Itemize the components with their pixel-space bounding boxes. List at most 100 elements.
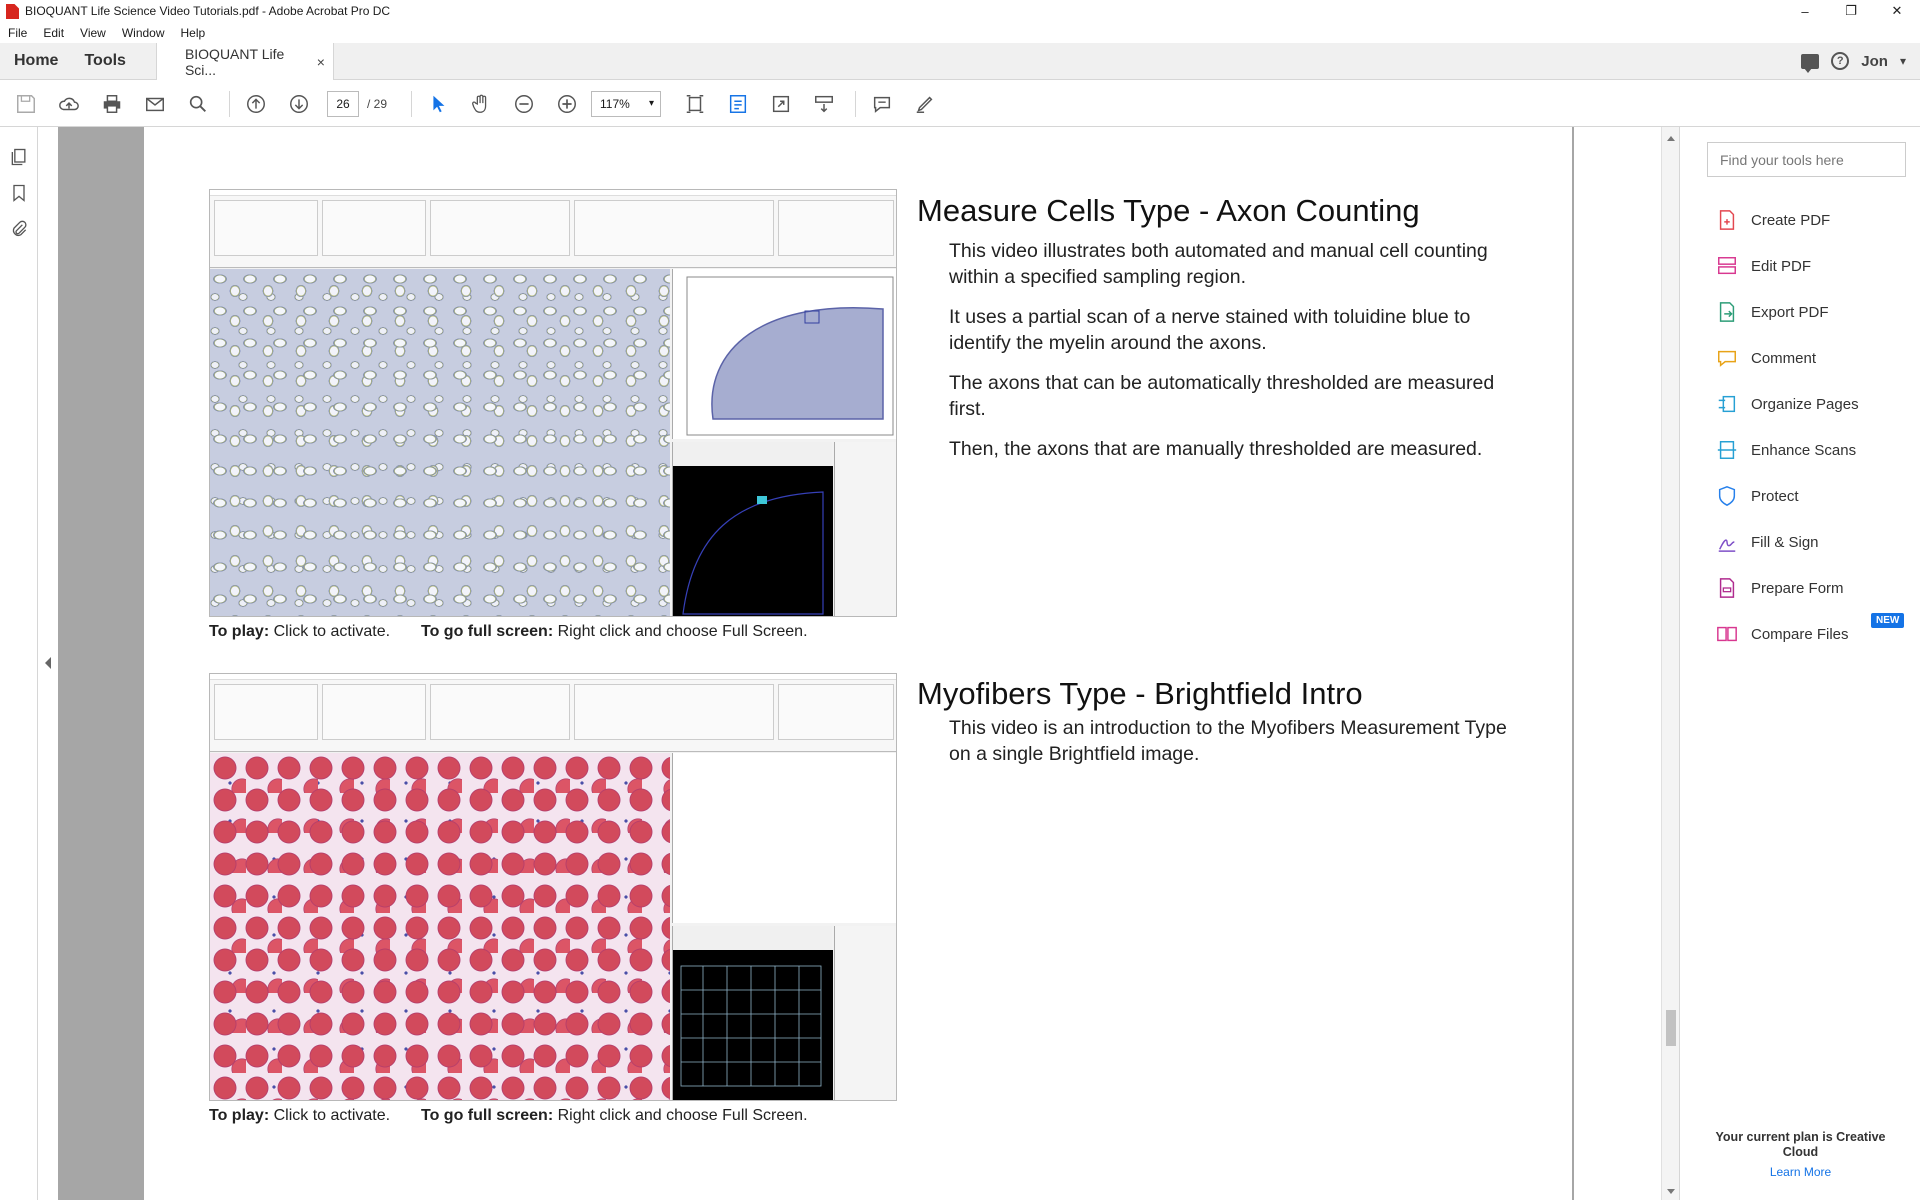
menu-file[interactable]: File [0,26,35,40]
hand-icon [472,94,487,113]
minimize-button[interactable]: – [1782,0,1828,22]
pointer-icon [433,95,445,112]
mail-icon [146,97,164,111]
tool-fill-sign[interactable]: Fill & Sign [1716,519,1859,565]
scrollbar-thumb[interactable] [1666,1010,1676,1046]
fiber-outline-drawing [680,965,822,1087]
close-tab-icon[interactable]: × [317,54,325,70]
tab-home[interactable]: Home [0,43,70,79]
axon-counting-video[interactable] [209,189,897,617]
tool-label: Organize Pages [1751,395,1859,413]
email-button[interactable] [141,90,169,118]
tools-pane: Find your tools here Create PDF Edit PDF… [1679,127,1920,1200]
tool-label: Edit PDF [1751,257,1812,275]
document-viewer[interactable]: To play: Click to activate. To go full s… [58,127,1574,1200]
chat-icon[interactable] [1801,53,1820,73]
tool-label: Prepare Form [1751,579,1844,597]
select-tool-button[interactable] [424,90,452,118]
tool-organize-pages[interactable]: Organize Pages [1716,381,1859,427]
toolbar-divider [229,90,230,117]
chevron-left-icon [45,657,51,669]
menu-window[interactable]: Window [114,26,173,40]
myofibers-video[interactable] [209,673,897,1101]
tool-export-pdf[interactable]: Export PDF [1716,289,1859,335]
compare-files-icon [1716,623,1738,645]
tool-label: Comment [1751,349,1817,367]
window-controls: – ❐ ✕ [1782,0,1920,22]
add-comment-button[interactable] [868,90,896,118]
next-page-button[interactable] [285,90,313,118]
toolbar-divider [855,90,857,117]
search-icon [189,95,206,112]
page-thumbnails-button[interactable] [0,139,38,175]
section-heading: Myofibers Type - Brightfield Intro [917,676,1363,711]
attachments-button[interactable] [0,211,38,247]
menu-edit[interactable]: Edit [35,26,72,40]
title-bar: BIOQUANT Life Science Video Tutorials.pd… [0,0,1920,22]
full-screen-button[interactable] [767,90,795,118]
menu-help[interactable]: Help [173,26,214,40]
video-app-panel [214,684,318,740]
fill-sign-icon [1716,531,1738,553]
create-pdf-icon [1716,209,1738,231]
zoom-level-select[interactable]: 117% ▾ [591,90,662,117]
scroll-up-arrow-icon[interactable] [1667,136,1675,141]
arrow-down-circle-icon [290,94,308,113]
fit-page-button[interactable] [681,90,709,118]
zoom-out-button[interactable] [510,90,538,118]
scroll-mode-button[interactable] [810,90,838,118]
highlight-button[interactable] [911,90,939,118]
previous-page-button[interactable] [242,90,270,118]
paperclip-icon [12,220,27,236]
left-pane-toggle[interactable] [38,127,58,1200]
video-app-toolbar [210,190,896,268]
protect-icon [1716,485,1738,507]
tool-enhance-scans[interactable]: Enhance Scans [1716,427,1859,473]
zoom-in-button[interactable] [553,90,581,118]
comment-icon [1716,347,1738,369]
tool-compare-files[interactable]: Compare Files NEW [1716,611,1905,657]
page-total: / 29 [367,96,388,111]
video-app-panel [430,200,570,256]
page-view-icon [729,94,747,113]
vertical-scrollbar[interactable] [1661,127,1679,1200]
new-badge: NEW [1871,613,1905,628]
hand-tool-button[interactable] [467,90,495,118]
chevron-down-icon[interactable]: ▾ [1900,54,1906,68]
threshold-preview-image [673,466,833,616]
video-caption: To play: Click to activate. To go full s… [209,623,808,641]
print-button[interactable] [98,90,126,118]
tab-document[interactable]: BIOQUANT Life Sci... × [155,43,334,80]
tab-tools[interactable]: Tools [70,43,137,79]
upload-cloud-button[interactable] [55,90,83,118]
help-icon[interactable]: ? [1831,52,1850,70]
tools-search-input[interactable]: Find your tools here [1707,142,1906,177]
play-label: To play: [209,623,270,640]
full-screen-instructions: Right click and choose Full Screen. [557,1107,808,1124]
menu-view[interactable]: View [72,26,114,40]
save-button[interactable] [12,90,40,118]
video-app-panel [778,200,894,256]
tool-edit-pdf[interactable]: Edit PDF [1716,243,1859,289]
bookmarks-button[interactable] [0,175,38,211]
video-app-panel [214,200,318,256]
tool-protect[interactable]: Protect [1716,473,1859,519]
find-button[interactable] [184,90,212,118]
video-app-panel [778,684,894,740]
arrow-up-circle-icon [247,94,265,113]
scroll-down-arrow-icon[interactable] [1667,1189,1675,1194]
tool-create-pdf[interactable]: Create PDF [1716,197,1859,243]
section-paragraph: Then, the axons that are manually thresh… [949,438,1483,460]
learn-more-link[interactable]: Learn More [1680,1165,1920,1179]
tool-label: Fill & Sign [1751,533,1819,551]
close-window-button[interactable]: ✕ [1874,0,1920,22]
document-tab-label: BIOQUANT Life Sci... [184,45,285,78]
tool-comment[interactable]: Comment [1716,335,1859,381]
print-icon [103,94,121,113]
tool-prepare-form[interactable]: Prepare Form [1716,565,1859,611]
maximize-button[interactable]: ❐ [1828,0,1874,22]
full-screen-label: To go full screen: [421,623,554,640]
page-number-input[interactable]: 26 [327,90,359,117]
user-name[interactable]: Jon [1861,53,1888,70]
page-view-button[interactable] [724,90,752,118]
